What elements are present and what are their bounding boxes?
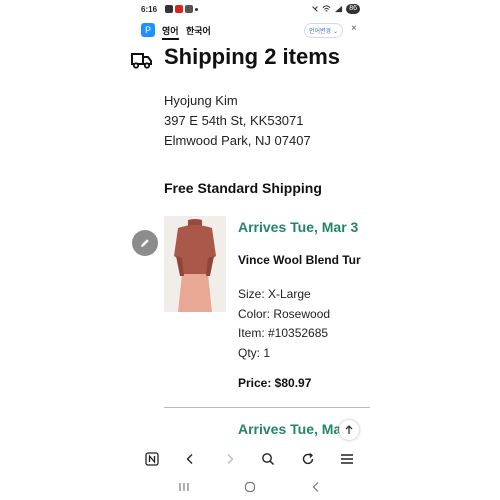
more-dot-icon (195, 8, 198, 11)
address-line: Hyojung Kim (164, 93, 238, 108)
change-language-button[interactable]: 언어변경 ⌄ (304, 23, 344, 38)
close-translate-button[interactable]: × (351, 23, 357, 34)
scroll-to-top-button[interactable] (339, 420, 359, 440)
notification-icon (175, 5, 183, 13)
product-image[interactable] (164, 216, 226, 312)
papago-logo-icon[interactable]: P (141, 23, 155, 37)
status-icons: 86 (311, 4, 360, 14)
shipping-method: Free Standard Shipping (164, 180, 322, 196)
phone-screen: 6:16 86 P 영어 한국어 언어변경 ⌄ × Shipping 2 ite… (130, 0, 370, 500)
product-size: Size: X-Large (238, 287, 311, 301)
product-name[interactable]: Vince Wool Blend Tur (238, 253, 361, 267)
menu-button[interactable] (339, 451, 355, 467)
edit-icon (141, 239, 149, 247)
address-line: 397 E 54th St, KK53071 (164, 113, 304, 128)
status-time: 6:16 (141, 5, 158, 14)
back-button[interactable] (182, 451, 198, 467)
notification-icon (165, 5, 173, 13)
notification-icons (165, 5, 198, 13)
recent-apps-icon (179, 483, 189, 491)
search-button[interactable] (260, 451, 276, 467)
home-icon (244, 481, 256, 493)
system-back-button[interactable] (309, 480, 323, 494)
recent-apps-button[interactable] (177, 480, 191, 494)
signal-icon (335, 5, 343, 13)
truck-icon (131, 53, 152, 69)
arrival-date: Arrives Tue, Mar 3 (238, 219, 359, 235)
forward-button[interactable] (222, 451, 238, 467)
tab-target-language[interactable]: 한국어 (186, 24, 211, 37)
system-nav-bar (130, 476, 370, 498)
forward-icon (227, 454, 234, 464)
edit-button[interactable] (132, 230, 158, 256)
notification-icon (185, 5, 193, 13)
product-price: Price: $80.97 (238, 376, 312, 390)
reload-button[interactable] (300, 451, 316, 467)
browser-toolbar (130, 445, 370, 473)
product-quantity: Qty: 1 (238, 345, 271, 360)
tab-source-language[interactable]: 영어 (162, 24, 179, 40)
scroll-top-icon (345, 425, 353, 434)
product-color: Color: Rosewood (238, 306, 331, 321)
product-item-number: Item: #10352685 (238, 326, 329, 340)
search-icon (262, 453, 275, 466)
shipping-address: Hyojung Kim 397 E 54th St, KK53071 Elmwo… (164, 91, 311, 151)
divider (164, 407, 370, 408)
mute-icon (312, 6, 318, 12)
wifi-icon (322, 5, 331, 12)
tabs-button[interactable] (144, 451, 160, 467)
menu-icon (341, 454, 353, 464)
page-title: Shipping 2 items (164, 44, 341, 69)
system-back-icon (312, 482, 319, 492)
back-icon (186, 454, 193, 464)
address-line: Elmwood Park, NJ 07407 (164, 133, 311, 148)
home-button[interactable] (243, 480, 257, 494)
translate-bar: P 영어 한국어 언어변경 ⌄ × (130, 20, 370, 40)
status-bar: 6:16 86 (130, 0, 370, 20)
battery-icon: 86 (346, 4, 360, 14)
n-tab-icon (145, 452, 159, 466)
product-details: Size: X-Large Color: Rosewood Item: #103… (238, 285, 330, 363)
reload-icon (302, 452, 314, 465)
